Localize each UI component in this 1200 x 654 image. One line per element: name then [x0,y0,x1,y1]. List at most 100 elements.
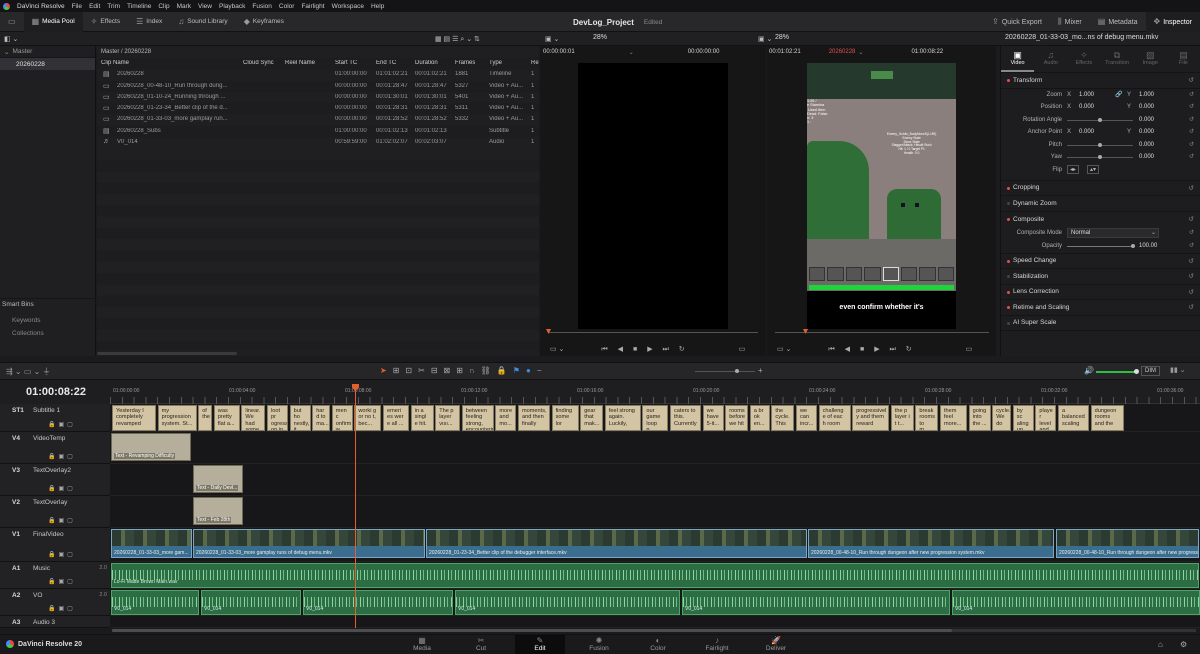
column-header[interactable]: Re [531,60,539,66]
page-fairlight[interactable]: ♪ Fairlight [692,635,742,654]
lock-icon[interactable]: 🔒 [48,422,58,428]
subtitle-clip[interactable]: challeng e of eac h room [818,405,851,431]
linked-selection-icon[interactable]: ⛓ [481,366,497,375]
video-clip[interactable]: 20260228_01-33-03_more gam... [111,529,192,558]
menu-fusion[interactable]: Fusion [252,3,272,10]
subtitle-clip[interactable]: gear that mak... [580,405,604,431]
subtitle-clip[interactable]: them feel more... [940,405,967,431]
track-toggle-icon[interactable]: ▢ [67,606,76,612]
position-x-field[interactable]: 0.000 [1079,104,1094,110]
master-volume-slider[interactable] [1096,371,1136,373]
subtitle-clip[interactable]: worki g or no t, bec... [354,405,382,431]
reset-icon[interactable]: ↺ [1189,184,1194,192]
subtitle-clip[interactable]: moments, and then finally [518,405,550,431]
inspector-button[interactable]: ✥ Inspector [1145,12,1200,32]
subtitle-clip[interactable]: dungeon rooms and the [1090,405,1124,431]
smart-bin-collections[interactable]: Collections [12,330,44,337]
subtitle-clip[interactable]: a balanced scaling ... [1058,405,1089,431]
enable-dot-icon[interactable] [1007,275,1010,278]
timeline-viewer-icon[interactable]: ▣ ⌄ [758,35,772,43]
reset-icon[interactable]: ↺ [1189,272,1194,280]
subtitle-clip[interactable]: between feeling strong, encountering [461,405,494,431]
viewer-mode-icon[interactable]: ▭ ⌄ [777,346,791,353]
track-toggle-icon[interactable]: ▣ [58,552,67,558]
timeline-timecode[interactable]: 01:00:08:22 [0,380,110,404]
reset-icon[interactable]: ↺ [1189,103,1194,110]
track-toggle-icon[interactable]: ▣ [58,579,67,585]
anchor-y-field[interactable]: 0.000 [1139,129,1154,135]
menu-timeline[interactable]: Timeline [127,3,151,10]
audio-clip[interactable]: V0_014 [952,590,1200,615]
subtitle-clip[interactable]: progressivel y and them reward [852,405,890,431]
anchor-x-field[interactable]: 0.000 [1079,129,1094,135]
enable-dot-icon[interactable] [1007,290,1010,294]
subtitle-clip[interactable]: the cycle. This ... [771,405,795,431]
table-row[interactable]: ▤ 20260228 01:00:00:00 01:01:02:21 00:01:02:… [97,69,539,80]
audio-clip[interactable]: V0_014 [111,590,199,615]
opacity-slider[interactable] [1067,245,1133,247]
timeline-scrollbar[interactable] [112,629,952,632]
tab-video[interactable]: ▣ Video [1001,46,1035,72]
reset-icon[interactable]: ↺ [1189,141,1194,148]
table-row[interactable]: ▭ 20260228_01-33-03_more gamplay run... 00… [97,114,539,125]
page-color[interactable]: ◐ Color [633,635,683,654]
lock-icon[interactable]: 🔒 [48,552,58,558]
quick-export-button[interactable]: ⇪ Quick Export [984,12,1050,32]
timeline-zoom-knob[interactable] [735,369,739,373]
menu-help[interactable]: Help [371,3,384,10]
panel-toggle-button[interactable]: ▭ [0,12,24,32]
lock-icon[interactable]: 🔒 [497,366,513,375]
column-header[interactable]: Type [489,60,502,66]
timeline-scrubber[interactable] [775,332,989,333]
audio-clip[interactable]: V0_014 [201,590,301,615]
subtitle-clip[interactable]: we have 5-it... [702,405,724,431]
track-toggle-icon[interactable]: ▣ [58,454,67,460]
subtitle-clip[interactable]: feel strong again. Luckily, [604,405,641,431]
column-header[interactable]: Start TC [335,60,357,66]
master-bin-header[interactable]: ⌄ Master [0,46,95,58]
timeline-zoom[interactable]: 28% [775,34,789,41]
volume-knob[interactable] [1134,369,1139,374]
zoom-out-icon[interactable]: − [537,366,548,375]
index-button[interactable]: ☰ Index [128,12,170,32]
dim-button[interactable]: DIM [1141,366,1160,376]
subtitle-clip[interactable]: finding some lor [551,405,579,431]
subtitle-clip[interactable]: cycle. We do ... [992,405,1012,431]
track-name[interactable]: VideoTemp [33,435,65,442]
text-clip[interactable]: Text - Revamping Difficulty [111,433,191,461]
section-composite[interactable]: Composite ↺ [1001,212,1200,228]
track-toggle-icon[interactable]: ▢ [67,422,76,428]
blade-tool-icon[interactable]: ✂ [418,366,431,375]
reset-icon[interactable]: ↺ [1189,76,1194,84]
menu-fairlight[interactable]: Fairlight [301,3,324,10]
speaker-icon[interactable]: 🔊 [1084,366,1094,375]
track-name[interactable]: Audio 3 [33,619,55,626]
track-toggle-icon[interactable]: ▢ [67,518,76,524]
source-viewer-icon[interactable]: ▣ ⌄ [545,35,559,43]
subtitle-clip[interactable]: linear. We had some [241,405,266,431]
video-clip[interactable]: 20260228_00-48-10_Run through dungeon af… [808,529,1054,558]
flip-horizontal-icon[interactable]: ◂▸ [1067,164,1080,174]
lock-icon[interactable]: 🔒 [48,518,58,524]
enable-dot-icon[interactable] [1007,306,1010,309]
opacity-slider-knob[interactable] [1131,243,1135,248]
track-toggle-icon[interactable]: ▢ [67,454,76,460]
track-name[interactable]: Music [33,565,50,572]
track-toggle-icon[interactable]: ▢ [67,579,76,585]
table-row[interactable]: ▤ 20260228_Subs 01:00:00:00 00:01:02:13 00:0… [97,125,539,138]
video-clip[interactable]: 20260228_00-48-10_Run through dungeon af… [1056,529,1199,558]
audio-meters-icon[interactable]: ▮▮ ⌄ [1170,366,1186,374]
smart-bins-header[interactable]: Smart Bins [0,298,96,310]
fullscreen-icon[interactable]: ▭ [966,346,973,353]
subtitle-clip[interactable]: a br ok en... [749,405,770,431]
section-transform[interactable]: Transform ↺ [1001,73,1200,89]
replace-clip-icon[interactable]: ⊞ [456,366,469,375]
tab-effects[interactable]: ✧ Effects [1067,46,1100,72]
subtitle-clip[interactable]: more and mo... [495,405,517,431]
jump-start-icon[interactable]: ⏮ [828,346,834,353]
subtitle-clip[interactable]: by sc aling up ... [1012,405,1034,431]
sidebar-toggle-icon[interactable]: ◧ ⌄ [4,35,18,43]
loop-icon[interactable]: ↻ [679,346,685,353]
column-header[interactable]: Cloud Sync [243,60,274,66]
playhead-line[interactable] [355,390,356,628]
